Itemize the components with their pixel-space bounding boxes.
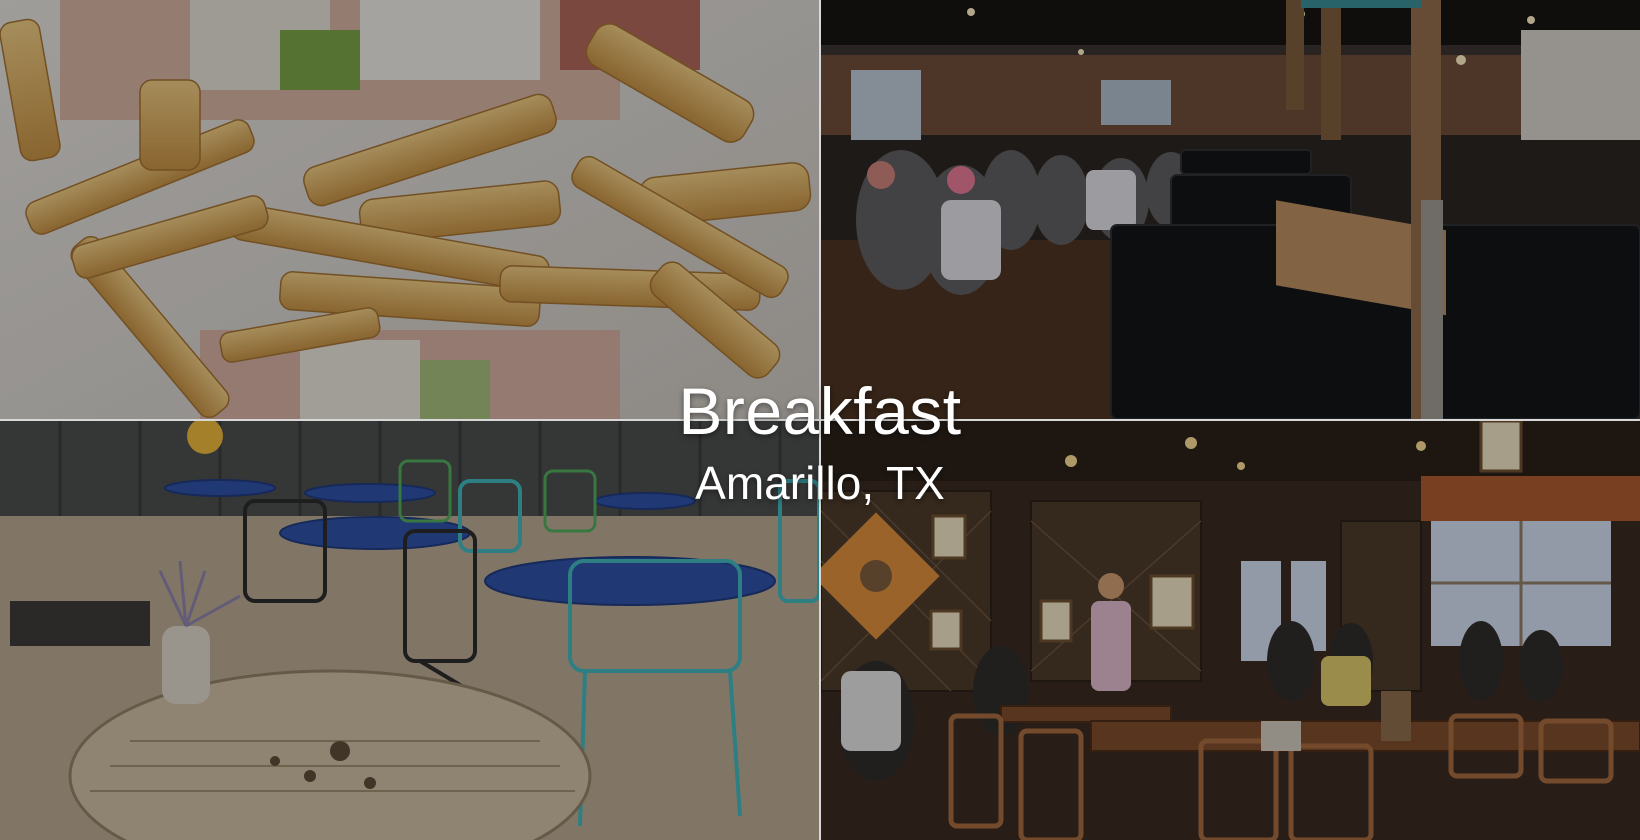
photo-outdoor-patio [0,421,819,840]
photo-dining-room-booths [821,0,1640,419]
photo-sandwich-fries [0,0,819,419]
photo-restaurant-interior [821,421,1640,840]
restaurant-interior-image [821,421,1640,840]
patio-image [0,421,819,840]
horizontal-divider [0,419,1640,421]
dining-room-image [821,0,1640,419]
photo-collage: Breakfast Amarillo, TX [0,0,1640,840]
sandwich-fries-image [0,0,819,419]
